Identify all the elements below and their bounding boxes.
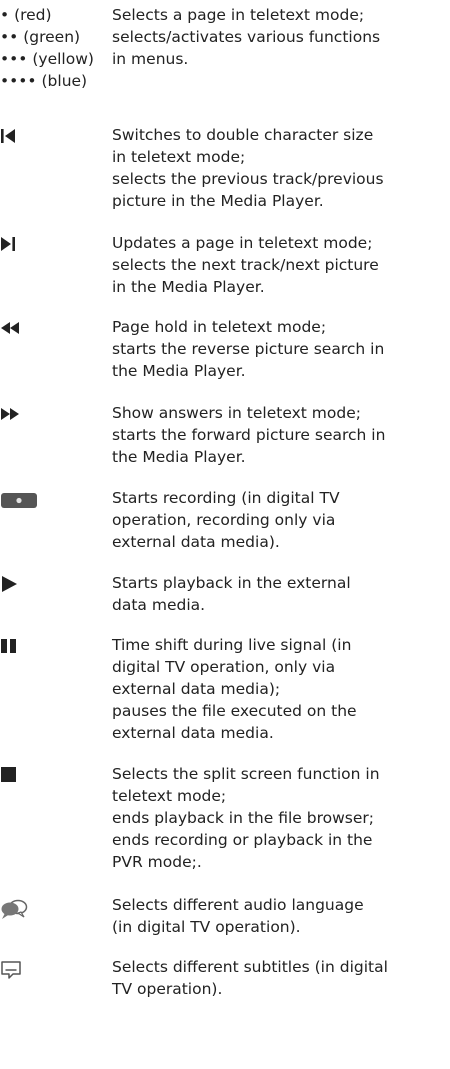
fast-forward-description: Show answers in teletext mode; starts th… [112,404,386,466]
skip-next-description: Updates a page in teletext mode; selects… [112,234,379,296]
rewind-description: Page hold in teletext mode; starts the r… [112,318,385,380]
yellow-key-label: ••• (yellow) [0,50,94,68]
stop-icon [1,767,16,782]
record-description: Starts recording (in digital TV operatio… [112,489,340,551]
green-key-label: •• (green) [0,28,81,46]
play-description: Starts playback in the external data med… [112,574,351,614]
color-key-labels: • (red) •• (green) ••• (yellow) •••• (bl… [0,4,112,92]
remote-control-key-reference: • (red) •• (green) ••• (yellow) •••• (bl… [0,0,450,1069]
audio-language-description: Selects different audio language (in dig… [112,896,364,936]
red-key-label: • (red) [0,6,52,24]
fast-forward-icon [1,408,19,420]
color-keys-description: Selects a page in teletext mode; selects… [112,6,381,68]
skip-previous-icon [1,129,15,143]
skip-next-icon [1,237,15,251]
blue-key-label: •••• (blue) [0,72,88,90]
record-icon [1,493,37,508]
pause-icon [1,639,16,653]
stop-description: Selects the split screen function in tel… [112,765,380,871]
subtitles-icon [1,961,21,979]
play-icon [2,576,17,592]
audio-language-icon [1,899,28,919]
pause-description: Time shift during live signal (in digita… [112,636,357,742]
rewind-icon [1,322,19,334]
skip-previous-description: Switches to double character size in tel… [112,126,384,210]
subtitles-description: Selects different subtitles (in digital … [112,958,388,998]
